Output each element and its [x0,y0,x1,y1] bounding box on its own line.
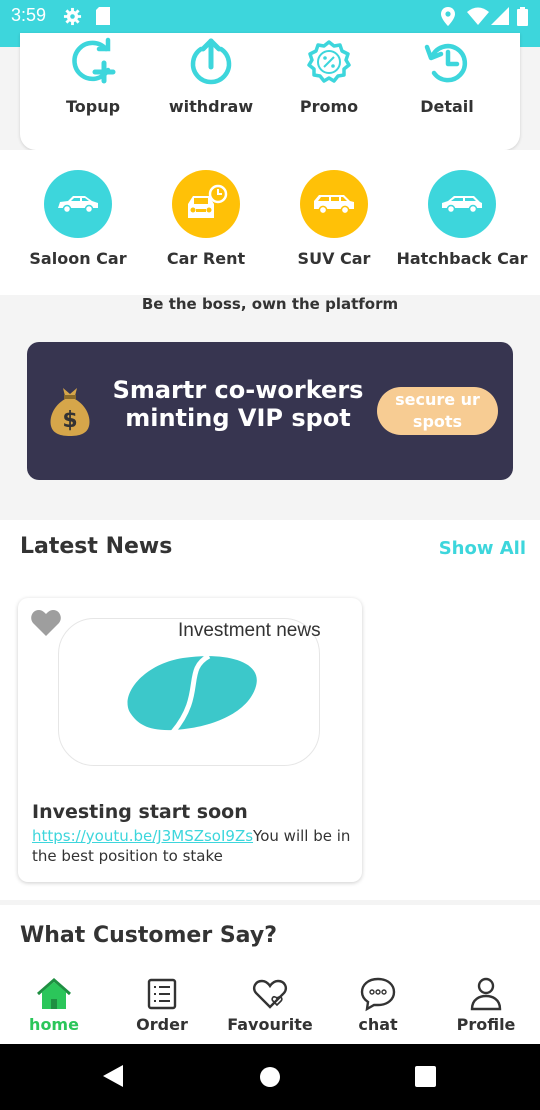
history-icon [422,37,472,87]
latest-news-title: Latest News [20,534,173,559]
promo-icon [304,37,354,87]
latest-news-section: Latest News Show All Investment news Inv… [0,520,540,900]
back-icon[interactable] [102,1064,124,1092]
detail-button[interactable]: Detail [392,37,502,116]
tab-label: Profile [456,1015,516,1034]
news-category: Investment news [178,620,321,641]
service-label: Car Rent [166,249,246,268]
service-car-rent[interactable]: Car Rent [136,170,276,268]
withdraw-label: withdraw [168,97,254,116]
heart-icon [250,975,290,1013]
service-label: Hatchback Car [396,249,528,268]
banner-title: Smartr co-workers minting VIP spot [112,376,364,432]
service-hatchback-car[interactable]: Hatchback Car [392,170,532,268]
home-icon [34,975,74,1013]
service-saloon-car[interactable]: Saloon Car [8,170,148,268]
tab-favourite[interactable]: Favourite [216,975,324,1034]
services-row: Saloon Car Car Rent SUV Car Hatchback Ca… [0,150,540,295]
wifi-icon [467,7,489,29]
hatchback-icon [428,170,496,238]
svg-text:$: $ [62,408,77,433]
news-logo-icon [113,646,263,740]
favorite-heart-icon[interactable] [31,610,61,640]
suv-icon [300,170,368,238]
wallet-card: Topup withdraw Promo Detail [20,33,520,150]
settings-icon [63,7,82,30]
bottom-tab-bar: home Order Favourite chat Profile [0,965,540,1044]
service-label: Saloon Car [29,249,127,268]
profile-icon [466,975,506,1013]
tab-home[interactable]: home [0,975,108,1034]
money-bag-icon: $ [49,384,91,440]
detail-label: Detail [420,97,474,116]
withdraw-icon [186,37,236,87]
recents-icon[interactable] [415,1066,436,1091]
tagline: Be the boss, own the platform [141,295,399,313]
news-link[interactable]: https://youtu.be/J3MSZsoI9Zs [32,827,253,845]
promo-label: Promo [299,97,359,116]
tab-label: Order [136,1015,188,1034]
status-bar: 3:59 [0,0,540,33]
home-nav-icon[interactable] [259,1066,281,1092]
topup-icon [68,37,118,87]
tab-profile[interactable]: Profile [432,975,540,1034]
chat-icon [358,975,398,1013]
customer-section-title: What Customer Say? [20,923,277,948]
show-all-link[interactable]: Show All [439,538,526,559]
promo-button[interactable]: Promo [274,37,384,116]
customer-reviews-section: What Customer Say? [0,905,540,965]
battery-icon [517,7,528,30]
secure-spots-button[interactable]: secure ur spots [377,387,498,435]
system-navigation-bar [0,1044,540,1110]
tab-chat[interactable]: chat [324,975,432,1034]
withdraw-button[interactable]: withdraw [156,37,266,116]
topup-label: Topup [65,97,121,116]
status-time: 3:59 [11,5,47,25]
signal-icon [491,7,509,29]
service-suv-car[interactable]: SUV Car [264,170,404,268]
news-body: https://youtu.be/J3MSZsoI9ZsYou will be … [32,826,352,866]
order-list-icon [142,975,182,1013]
tab-label: home [29,1015,79,1034]
sd-card-icon [96,7,110,29]
location-icon [441,7,455,30]
tab-label: chat [358,1015,398,1034]
promo-banner[interactable]: $ Smartr co-workers minting VIP spot sec… [27,342,513,480]
topup-button[interactable]: Topup [38,37,148,116]
news-card[interactable]: Investment news Investing start soon htt… [18,598,362,882]
tab-order[interactable]: Order [108,975,216,1034]
car-rent-icon [172,170,240,238]
sedan-icon [44,170,112,238]
service-label: SUV Car [297,249,371,268]
news-title: Investing start soon [32,801,248,823]
tab-label: Favourite [227,1015,313,1034]
